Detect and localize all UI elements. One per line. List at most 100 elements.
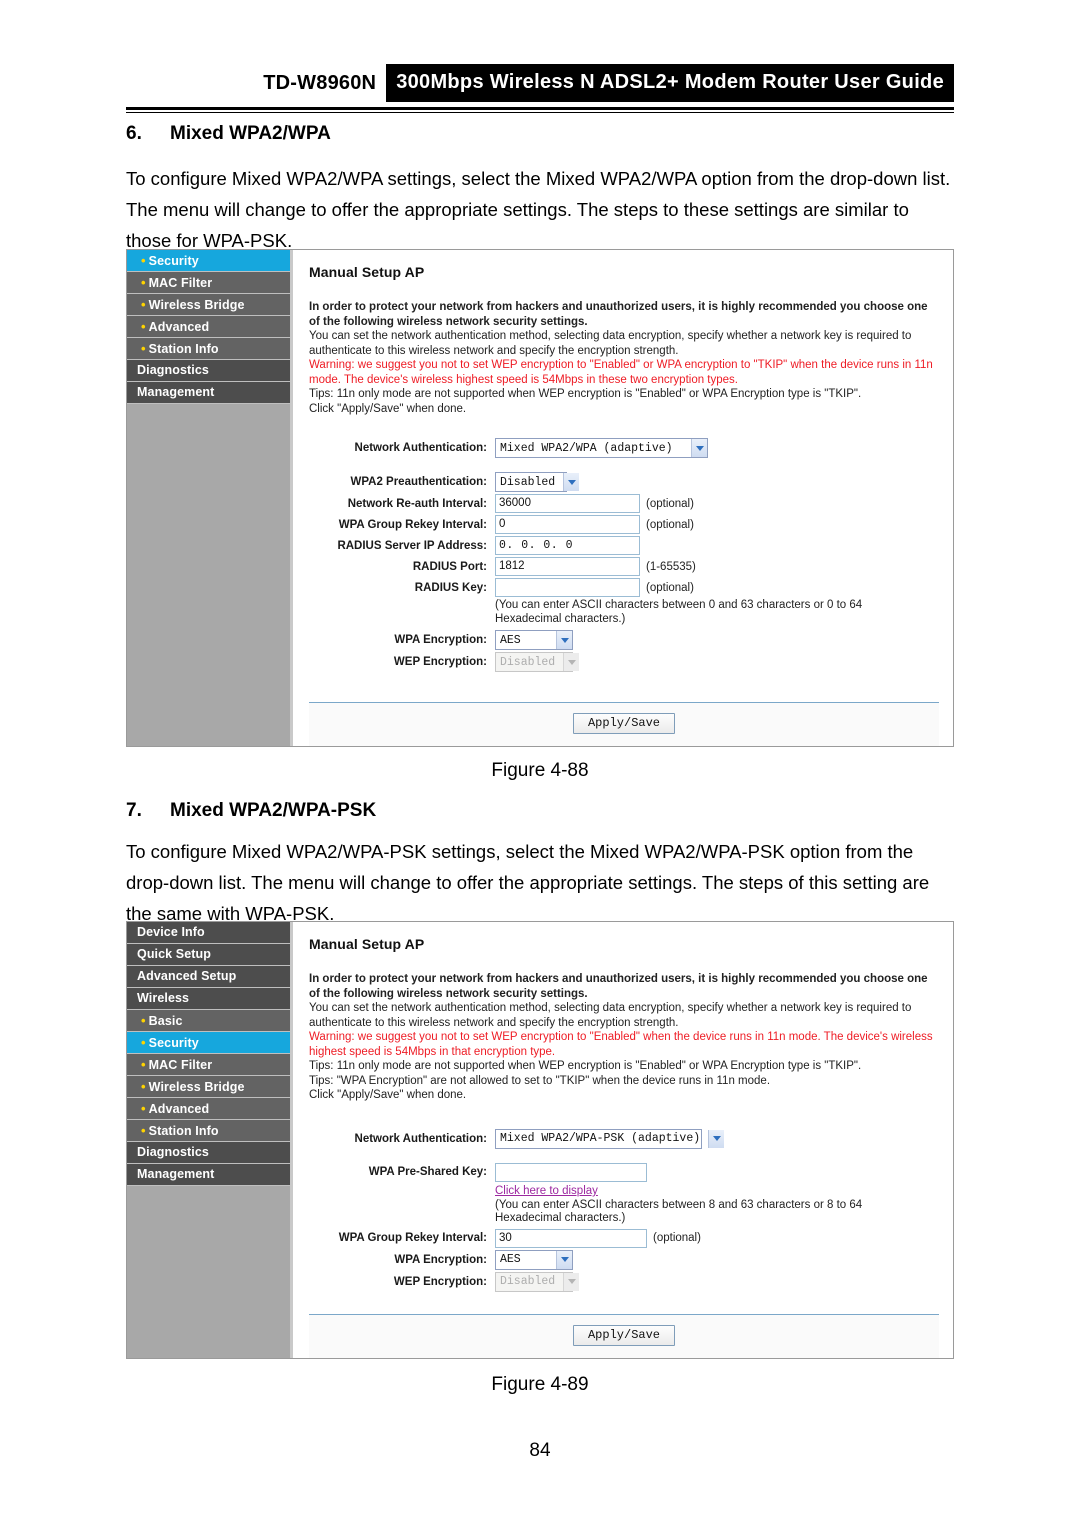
- wpa2-preauthentication-select[interactable]: Disabled: [495, 472, 580, 492]
- network-authentication-value: Mixed WPA2/WPA (adaptive): [500, 441, 673, 455]
- wpa-pre-shared-key-input[interactable]: [495, 1162, 647, 1182]
- field-row-wep-encryption: WEP Encryption: Disabled: [309, 1271, 939, 1292]
- bullet-icon: •: [141, 1101, 146, 1116]
- radius-key-input[interactable]: [495, 578, 640, 597]
- sidebar-item-label: Station Info: [148, 342, 219, 356]
- sidebar-item-label: Wireless Bridge: [148, 298, 245, 312]
- bullet-icon: •: [141, 253, 146, 268]
- security-form-88: Network Authentication: Mixed WPA2/WPA (…: [309, 438, 939, 672]
- sidebar-item-mac-filter[interactable]: • MAC Filter: [127, 272, 290, 294]
- sidebar-item-label: Security: [148, 1036, 199, 1050]
- wep-encryption-select: Disabled: [495, 1271, 580, 1292]
- guide-title-banner: 300Mbps Wireless N ADSL2+ Modem Router U…: [386, 64, 954, 102]
- network-reauth-interval-input[interactable]: 36000: [495, 494, 640, 513]
- sidebar-item-label: Device Info: [137, 925, 205, 939]
- sidebar-item-device-info[interactable]: Device Info: [127, 922, 290, 944]
- sidebar-item-advanced-setup[interactable]: Advanced Setup: [127, 966, 290, 988]
- wpa-encryption-select[interactable]: AES: [495, 630, 573, 650]
- wpa-group-rekey-interval-input[interactable]: 0: [495, 515, 640, 534]
- blurb-tip-1: Tips: 11n only mode are not supported wh…: [309, 1060, 862, 1072]
- sidebar-item-label: Wireless: [137, 991, 190, 1005]
- chevron-down-icon[interactable]: [691, 439, 707, 457]
- blurb-tip-1: Tips: 11n only mode are not supported wh…: [309, 388, 862, 400]
- blurb-warning: Warning: we suggest you not to set WEP e…: [309, 1031, 933, 1058]
- router-ui-screenshot-88: • Security • MAC Filter • Wireless Bridge •…: [126, 249, 954, 747]
- bullet-icon: •: [141, 319, 146, 334]
- sidebar-item-label: Security: [148, 254, 199, 268]
- ascii-note-line-2: Hexadecimal characters.): [495, 612, 626, 625]
- section-title-7: Mixed WPA2/WPA-PSK: [170, 800, 377, 821]
- network-authentication-select[interactable]: Mixed WPA2/WPA-PSK (adaptive): [495, 1128, 725, 1149]
- section-number-6: 6.: [126, 123, 142, 144]
- sidebar-item-diagnostics[interactable]: Diagnostics: [127, 1142, 290, 1164]
- ascii-note-line-2: Hexadecimal characters.): [495, 1212, 626, 1224]
- sidebar-item-quick-setup[interactable]: Quick Setup: [127, 944, 290, 966]
- panel-title: Manual Setup AP: [309, 264, 425, 280]
- router-ui-screenshot-89: Device Info Quick Setup Advanced Setup W…: [126, 921, 954, 1359]
- sidebar-item-advanced[interactable]: • Advanced: [127, 316, 290, 338]
- sidebar-item-label: Management: [137, 1167, 215, 1181]
- chevron-down-icon[interactable]: [708, 1129, 725, 1148]
- figure-caption-4-89: Figure 4-89: [491, 1374, 589, 1395]
- blurb-click-note: Click "Apply/Save" when done.: [309, 402, 467, 415]
- sidebar-item-label: Diagnostics: [137, 1145, 209, 1159]
- chevron-down-icon[interactable]: [556, 1250, 572, 1269]
- apply-save-area-88: Apply/Save: [309, 702, 939, 746]
- blurb-description: You can set the network authentication m…: [309, 1002, 912, 1029]
- radius-key-hint: (optional): [646, 581, 694, 594]
- router-sidebar-89: Device Info Quick Setup Advanced Setup W…: [127, 922, 293, 1358]
- sidebar-item-label: Advanced Setup: [137, 969, 237, 983]
- sidebar-item-mac-filter[interactable]: • MAC Filter: [127, 1054, 290, 1076]
- network-authentication-label: Network Authentication:: [354, 442, 487, 454]
- chevron-down-icon[interactable]: [563, 473, 580, 491]
- radius-server-ip-input[interactable]: 0. 0. 0. 0: [495, 536, 640, 555]
- sidebar-item-station-info[interactable]: • Station Info: [127, 1120, 290, 1142]
- network-authentication-select[interactable]: Mixed WPA2/WPA (adaptive): [495, 438, 708, 458]
- chevron-down-icon: [563, 1272, 580, 1291]
- sidebar-item-management[interactable]: Management: [127, 1164, 290, 1186]
- blurb-bold-line: In order to protect your network from ha…: [309, 301, 928, 328]
- figure-caption-4-88: Figure 4-88: [491, 760, 589, 781]
- section-number-7: 7.: [126, 800, 142, 821]
- sidebar-item-station-info[interactable]: • Station Info: [127, 338, 290, 360]
- click-here-to-display-link[interactable]: Click here to display: [495, 1185, 598, 1197]
- sidebar-item-security[interactable]: • Security: [127, 1032, 290, 1054]
- blurb-click-note: Click "Apply/Save" when done.: [309, 1089, 467, 1101]
- field-row-radius-server-ip: RADIUS Server IP Address: 0. 0. 0. 0: [309, 536, 939, 555]
- wpa-encryption-select[interactable]: AES: [495, 1249, 573, 1270]
- apply-save-button[interactable]: Apply/Save: [572, 1325, 675, 1346]
- sidebar-item-label: MAC Filter: [148, 1058, 213, 1072]
- chevron-down-icon[interactable]: [556, 631, 572, 649]
- ascii-note-line-1: (You can enter ASCII characters between …: [495, 1198, 863, 1211]
- field-row-wpa-group-rekey-interval: WPA Group Rekey Interval: 30 (optional): [309, 1228, 939, 1248]
- field-row-wpa-group-rekey-interval: WPA Group Rekey Interval: 0 (optional): [309, 515, 939, 534]
- sidebar-item-wireless-bridge[interactable]: • Wireless Bridge: [127, 294, 290, 316]
- document-page: TD-W8960N 300Mbps Wireless N ADSL2+ Mode…: [0, 0, 1080, 1527]
- radius-key-ascii-note: (You can enter ASCII characters between …: [495, 599, 862, 626]
- sidebar-item-label: Management: [137, 385, 215, 399]
- wep-encryption-select: Disabled: [495, 652, 580, 672]
- apply-save-button[interactable]: Apply/Save: [572, 713, 675, 734]
- network-authentication-value: Mixed WPA2/WPA-PSK (adaptive): [500, 1132, 701, 1145]
- sidebar-item-diagnostics[interactable]: Diagnostics: [127, 360, 290, 382]
- wpa-encryption-label: WPA Encryption:: [394, 634, 487, 646]
- security-form-89: Network Authentication: Mixed WPA2/WPA-P…: [309, 1128, 939, 1292]
- field-row-wpa-encryption: WPA Encryption: AES: [309, 1249, 939, 1270]
- sidebar-item-management[interactable]: Management: [127, 382, 290, 404]
- wep-encryption-value: Disabled: [500, 1275, 556, 1288]
- sidebar-item-label: Advanced: [148, 320, 210, 334]
- sidebar-item-basic[interactable]: • Basic: [127, 1010, 290, 1032]
- wpa-group-rekey-interval-input[interactable]: 30: [495, 1228, 647, 1248]
- sidebar-item-wireless[interactable]: Wireless: [127, 988, 290, 1010]
- header-divider-thick: [126, 107, 954, 110]
- wpa2-preauthentication-label: WPA2 Preauthentication:: [350, 476, 487, 488]
- sidebar-item-security[interactable]: • Security: [127, 250, 290, 272]
- section-title-6: Mixed WPA2/WPA: [170, 123, 331, 144]
- sidebar-item-advanced[interactable]: • Advanced: [127, 1098, 290, 1120]
- radius-port-input[interactable]: 1812: [495, 557, 640, 576]
- psk-ascii-note: (You can enter ASCII characters between …: [495, 1199, 862, 1226]
- sidebar-item-label: MAC Filter: [148, 276, 213, 290]
- document-header: TD-W8960N 300Mbps Wireless N ADSL2+ Mode…: [126, 60, 954, 106]
- blurb-tip-2: Tips: "WPA Encryption" are not allowed t…: [309, 1074, 771, 1087]
- sidebar-item-wireless-bridge[interactable]: • Wireless Bridge: [127, 1076, 290, 1098]
